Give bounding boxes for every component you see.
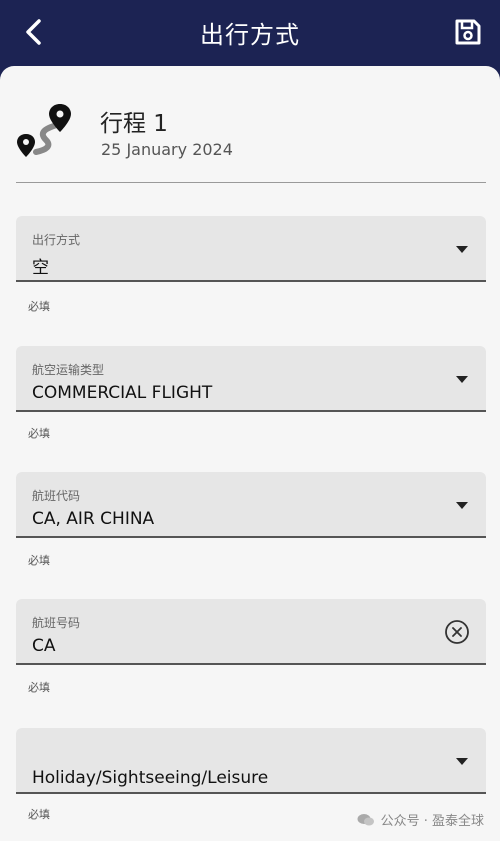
dropdown-arrow-icon [456,502,468,509]
helper-text: 必填 [28,808,50,821]
field-value: 空 [32,258,49,278]
travel-mode-dropdown[interactable]: 出行方式 空 [16,216,486,282]
air-transport-type-dropdown[interactable]: 航空运输类型 COMMERCIAL FLIGHT [16,346,486,412]
clear-icon[interactable] [444,619,470,645]
field-label: 航班号码 [32,616,81,630]
field-value: CA, AIR CHINA [32,509,155,529]
trip-header: 行程 1 25 January 2024 [16,102,486,186]
dropdown-arrow-icon [456,246,468,253]
dropdown-arrow-icon [456,758,468,765]
field-value: COMMERCIAL FLIGHT [32,383,213,403]
flight-code-dropdown[interactable]: 航班代码 CA, AIR CHINA [16,472,486,538]
wechat-icon [357,813,374,825]
field-label: 航班代码 [32,489,81,503]
field-value: CA [32,636,56,656]
helper-text: 必填 [28,427,50,440]
page-title: 出行方式 [200,21,300,49]
helper-text: 必填 [28,554,50,567]
watermark: 公众号 · 盈泰全球 [357,810,484,829]
helper-text: 必填 [28,681,50,694]
watermark-text: 公众号 · 盈泰全球 [380,814,484,829]
divider [16,182,486,183]
trip-title: 行程 1 [100,111,168,137]
dropdown-arrow-icon [456,376,468,383]
trip-date: 25 January 2024 [101,140,233,159]
field-label: 出行方式 [32,233,81,247]
save-icon [455,19,481,45]
app-bar: 出行方式 [0,0,500,66]
save-button[interactable] [448,12,488,52]
travel-purpose-dropdown[interactable]: Holiday/Sightseeing/Leisure [16,728,486,794]
field-value: Holiday/Sightseeing/Leisure [32,768,269,788]
field-label: 航空运输类型 [32,363,105,377]
form-sheet: 行程 1 25 January 2024 出行方式 空 必填 航空运输类型 CO… [0,66,500,841]
helper-text: 必填 [28,300,50,313]
flight-number-input[interactable]: 航班号码 CA [16,599,486,665]
route-icon [17,104,71,157]
